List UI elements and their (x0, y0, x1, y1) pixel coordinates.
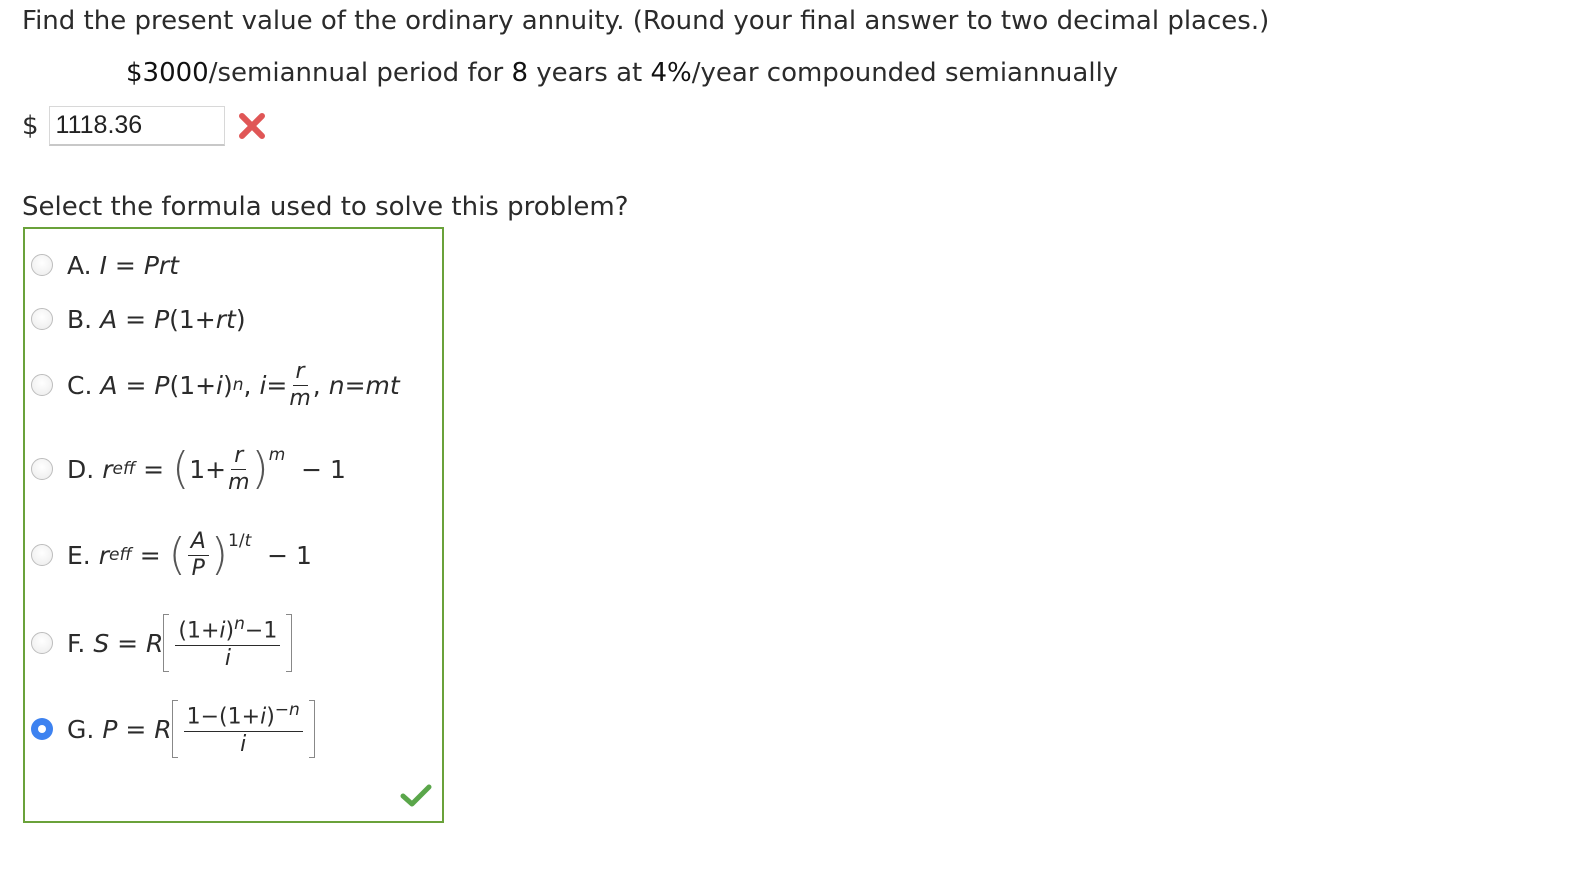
formula-f: S = R (1+i)n−1 i (93, 614, 293, 672)
question-text: Find the present value of the ordinary a… (22, 6, 1270, 36)
choice-d[interactable]: D. r eff = (1+ r m) m − 1 (25, 439, 346, 499)
choice-letter-a: A. (67, 250, 92, 280)
choice-letter-b: B. (67, 304, 93, 334)
choice-a[interactable]: A. I = Prt (25, 235, 179, 295)
radio-b[interactable] (31, 308, 53, 330)
formula-e: r eff = (A P) 1/t − 1 (98, 528, 312, 581)
incorrect-x-icon (238, 113, 265, 139)
correct-check-icon (400, 783, 432, 809)
choice-b[interactable]: B. A = P (1+ rt) (25, 289, 246, 349)
choice-e[interactable]: E. r eff = (A P) 1/t − 1 (25, 525, 312, 585)
choice-f[interactable]: F. S = R (1+i)n−1 i (25, 613, 293, 673)
radio-f[interactable] (31, 632, 53, 654)
choice-letter-e: E. (67, 540, 91, 570)
formula-choices: A. I = Prt B. A = P (1+ rt) C. A = P (1+ i) n… (23, 227, 444, 823)
radio-d[interactable] (31, 458, 53, 480)
problem-givens: $3000/semiannual period for 8 years at 4… (126, 56, 1118, 90)
answer-row: $ (22, 104, 265, 148)
radio-c[interactable] (31, 374, 53, 396)
rate-text: /year compounded semiannually (691, 58, 1119, 88)
formula-g: P = R 1−(1+i)−n i (102, 700, 315, 758)
rate-value: 4% (650, 58, 692, 88)
choice-letter-g: G. (67, 714, 95, 744)
formula-prompt: Select the formula used to solve this pr… (22, 192, 629, 222)
radio-g-selected[interactable] (31, 718, 53, 740)
formula-a: I = Prt (99, 250, 179, 280)
formula-b: A = P (1+ rt) (100, 304, 246, 334)
choice-letter-d: D. (67, 454, 95, 484)
choice-letter-c: C. (67, 370, 93, 400)
choice-c[interactable]: C. A = P (1+ i) n, i = r m, n = mt (25, 355, 400, 415)
choice-g[interactable]: G. P = R 1−(1+i)−n i (25, 699, 315, 759)
years-text: years at (528, 58, 651, 88)
radio-a[interactable] (31, 254, 53, 276)
payment-amount: $3000 (126, 58, 209, 88)
years-value: 8 (511, 58, 529, 88)
formula-c: A = P (1+ i) n, i = r m, n = mt (100, 358, 400, 411)
period-text: /semiannual period for (208, 58, 512, 88)
answer-input[interactable] (48, 106, 225, 146)
choice-letter-f: F. (67, 628, 86, 658)
currency-symbol: $ (22, 111, 39, 141)
radio-e[interactable] (31, 544, 53, 566)
formula-d: r eff = (1+ r m) m − 1 (102, 442, 346, 495)
